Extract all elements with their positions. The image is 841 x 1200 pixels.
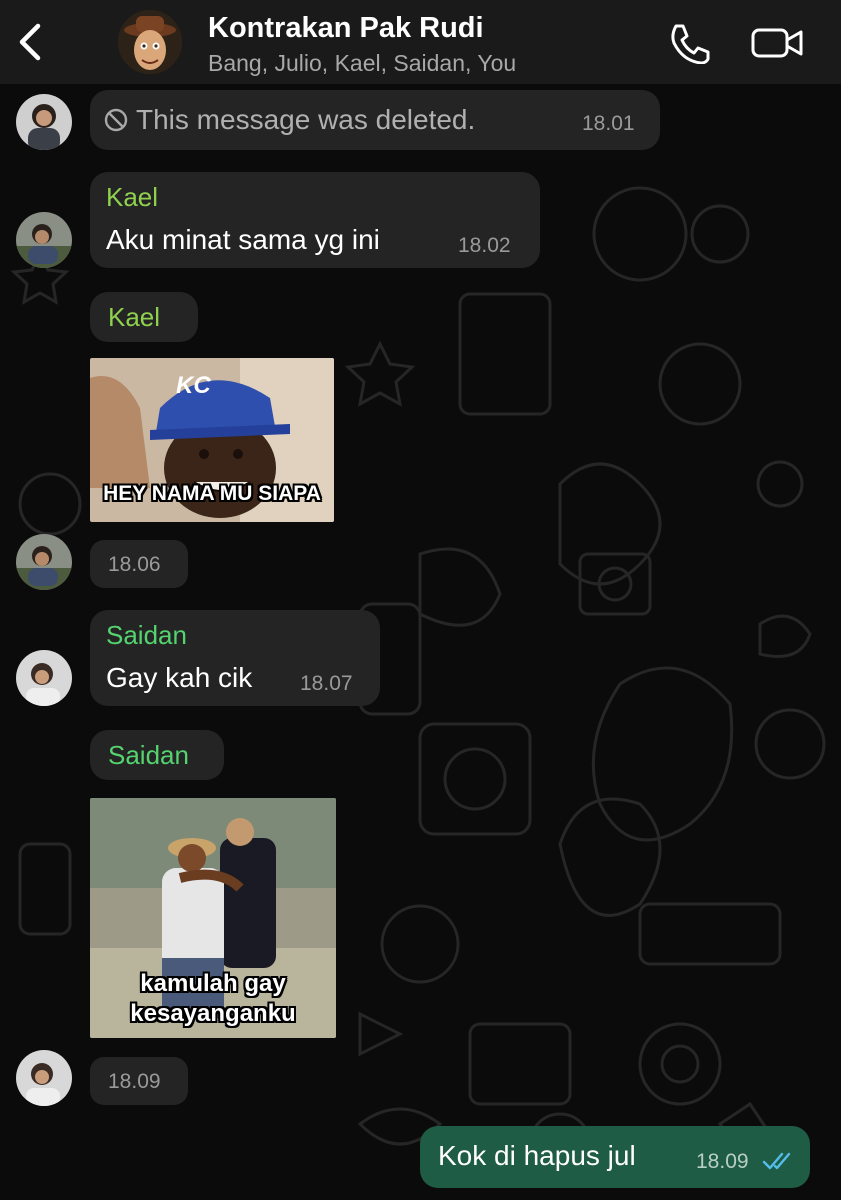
sticker-caption-line1: kamulah gay xyxy=(140,970,286,997)
message-bubble-kael[interactable]: Kael Aku minat sama yg ini 18.02 xyxy=(90,172,540,268)
video-call-button[interactable] xyxy=(750,24,806,62)
sticker-caption-line2: kesayanganku xyxy=(130,1000,296,1027)
group-photo-image xyxy=(118,10,182,74)
sender-label-bubble: Saidan xyxy=(90,730,224,780)
sticker-kamulah-gay[interactable]: kamulah gay kesayanganku xyxy=(90,798,336,1038)
sender-name[interactable]: Kael xyxy=(106,182,158,213)
sender-name[interactable]: Saidan xyxy=(108,740,189,771)
video-camera-icon xyxy=(751,28,803,58)
group-avatar[interactable] xyxy=(118,10,182,74)
avatar-saidan[interactable] xyxy=(16,1050,72,1106)
chevron-left-icon xyxy=(19,23,41,61)
avatar-kael[interactable] xyxy=(16,212,72,268)
message-text: Gay kah cik xyxy=(106,662,253,693)
avatar-saidan[interactable] xyxy=(16,650,72,706)
cap-logo-text: KC xyxy=(176,372,211,399)
chat-header: Kontrakan Pak Rudi Bang, Julio, Kael, Sa… xyxy=(0,0,841,84)
message-bubble-deleted[interactable]: This message was deleted. 18.01 xyxy=(90,90,660,150)
message-time: 18.07 xyxy=(300,672,353,695)
blocked-icon xyxy=(104,108,128,132)
back-button[interactable] xyxy=(14,20,50,64)
voice-call-button[interactable] xyxy=(666,22,712,65)
chat-title[interactable]: Kontrakan Pak Rudi xyxy=(208,12,484,45)
message-text: Aku minat sama yg ini xyxy=(106,224,380,255)
avatar-image xyxy=(16,534,72,590)
message-bubble-outgoing[interactable]: Kok di hapus jul 18.09 xyxy=(420,1126,810,1188)
sticker-hey-nama-mu-siapa[interactable]: KC HEY NAMA MU SIAPA xyxy=(90,358,334,522)
sticker-time-bubble: 18.09 xyxy=(90,1057,188,1105)
message-time: 18.09 xyxy=(108,1070,161,1093)
message-time: 18.09 xyxy=(696,1150,749,1173)
message-time: 18.06 xyxy=(108,553,161,576)
phone-icon xyxy=(671,24,710,65)
double-check-read-icon xyxy=(762,1152,791,1170)
message-time: 18.02 xyxy=(458,234,511,257)
avatar-kael[interactable] xyxy=(16,534,72,590)
sticker-time-bubble: 18.06 xyxy=(90,540,188,588)
avatar-image xyxy=(16,1050,72,1106)
sticker-caption: HEY NAMA MU SIAPA xyxy=(103,482,321,505)
avatar-image xyxy=(16,212,72,268)
avatar-image xyxy=(16,94,72,150)
sender-name[interactable]: Kael xyxy=(108,302,160,333)
avatar-julio[interactable] xyxy=(16,94,72,150)
message-time: 18.01 xyxy=(582,112,635,135)
chat-participants[interactable]: Bang, Julio, Kael, Saidan, You xyxy=(208,50,516,77)
message-text: Kok di hapus jul xyxy=(438,1140,636,1171)
sender-name[interactable]: Saidan xyxy=(106,620,187,651)
sender-label-bubble: Kael xyxy=(90,292,198,342)
avatar-image xyxy=(16,650,72,706)
deleted-message-text: This message was deleted. xyxy=(136,104,476,135)
message-bubble-saidan[interactable]: Saidan Gay kah cik 18.07 xyxy=(90,610,380,706)
